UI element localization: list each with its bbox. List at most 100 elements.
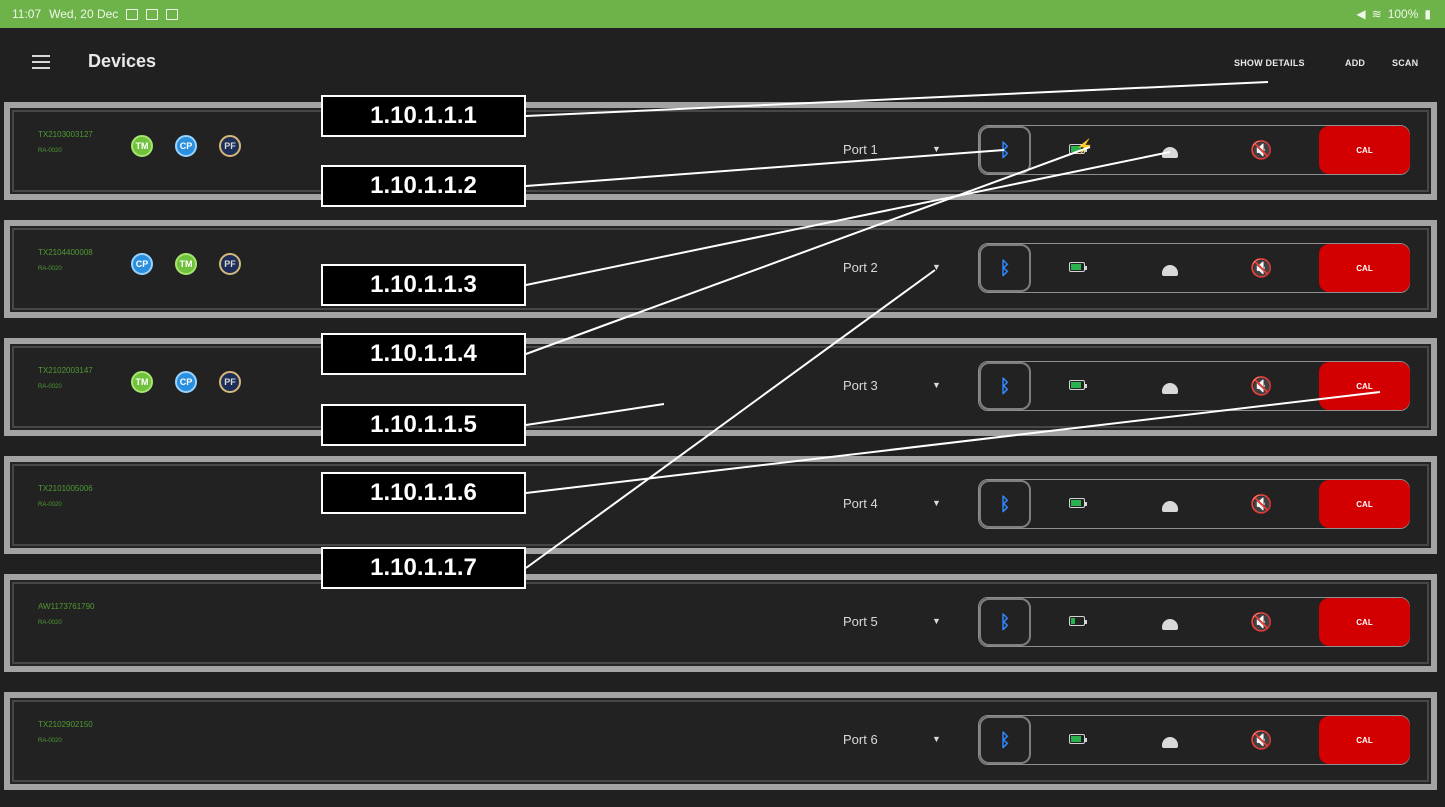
bluetooth-button[interactable]: ᛒ: [979, 362, 1031, 410]
callout-label: 1.10.1.1.4: [321, 333, 526, 375]
cal-button[interactable]: CAL: [1319, 716, 1410, 764]
device-controls: ᛒ 🔇 CAL: [978, 597, 1410, 647]
battery-level: [1071, 382, 1081, 388]
cal-button[interactable]: CAL: [1319, 362, 1410, 410]
hat-icon: [1162, 501, 1178, 512]
badge-cp: CP: [175, 371, 197, 393]
device-row: TX2102003147 RA-0020 TM CP PF Port 3 ▼ ᛒ 🔇…: [4, 338, 1437, 436]
show-details-button[interactable]: SHOW DETAILS: [1234, 58, 1305, 68]
wifi-icon: ≋: [1371, 7, 1382, 21]
battery-level: [1071, 618, 1075, 624]
device-controls: ᛒ 🔇 CAL: [978, 361, 1410, 411]
port-select[interactable]: Port 5: [843, 614, 878, 629]
mute-icon: 🔇: [1250, 140, 1273, 160]
bluetooth-icon: ᛒ: [999, 611, 1011, 632]
status-left: 11:07 Wed, 20 Dec: [12, 7, 179, 21]
device-model: RA-0020: [38, 384, 62, 390]
battery-icon: ▮: [1424, 7, 1431, 21]
device-card: TX2101005006 RA-0020 Port 4 ▼ ᛒ 🔇 CAL: [12, 464, 1429, 546]
chevron-down-icon[interactable]: ▼: [932, 144, 941, 154]
mute-icon: 🔇: [1250, 258, 1273, 278]
device-controls: ᛒ ⚡ 🔇 CAL: [978, 125, 1410, 175]
badge-pf: PF: [219, 253, 241, 275]
battery-icon: [1069, 262, 1087, 272]
hat-icon: [1162, 265, 1178, 276]
callout-label: 1.10.1.1.1: [321, 95, 526, 137]
mute-icon: 🔇: [1250, 612, 1273, 632]
battery-level: [1071, 264, 1081, 270]
device-row: TX2102902150 RA-0020 Port 6 ▼ ᛒ 🔇 CAL: [4, 692, 1437, 790]
badge-cp: CP: [175, 135, 197, 157]
status-time: 11:07: [12, 7, 42, 21]
badge-tm: TM: [131, 135, 153, 157]
device-card: AW1173761790 RA-0020 Port 5 ▼ ᛒ 🔇 CAL: [12, 582, 1429, 664]
bluetooth-icon: ᛒ: [999, 729, 1011, 750]
chevron-down-icon[interactable]: ▼: [932, 380, 941, 390]
device-serial: TX2104400008: [38, 248, 93, 257]
battery-level: [1071, 500, 1081, 506]
device-card: TX2103003127 RA-0020 TM CP PF Port 1 ▼ ᛒ ⚡…: [12, 110, 1429, 192]
device-row: AW1173761790 RA-0020 Port 5 ▼ ᛒ 🔇 CAL: [4, 574, 1437, 672]
device-model: RA-0020: [38, 502, 62, 508]
scan-button[interactable]: SCAN: [1392, 58, 1418, 68]
status-bar: 11:07 Wed, 20 Dec ◀ ≋ 100% ▮: [0, 0, 1445, 28]
device-row: TX2103003127 RA-0020 TM CP PF Port 1 ▼ ᛒ ⚡…: [4, 102, 1437, 200]
badge-pf: PF: [219, 371, 241, 393]
device-row: TX2101005006 RA-0020 Port 4 ▼ ᛒ 🔇 CAL: [4, 456, 1437, 554]
bluetooth-button[interactable]: ᛒ: [979, 244, 1031, 292]
status-date: Wed, 20 Dec: [49, 7, 119, 21]
cal-button[interactable]: CAL: [1319, 126, 1410, 174]
badge-pf: PF: [219, 135, 241, 157]
cal-button[interactable]: CAL: [1319, 480, 1410, 528]
battery-level: [1071, 736, 1081, 742]
cal-button[interactable]: CAL: [1319, 244, 1410, 292]
port-select[interactable]: Port 2: [843, 260, 878, 275]
page-title: Devices: [88, 51, 157, 71]
device-serial: TX2102003147: [38, 366, 93, 375]
charging-icon: ⚡: [1076, 138, 1094, 154]
device-card: TX2102902150 RA-0020 Port 6 ▼ ᛒ 🔇 CAL: [12, 700, 1429, 782]
device-model: RA-0020: [38, 266, 62, 272]
notification-icon: [126, 8, 139, 20]
hat-icon: [1162, 619, 1178, 630]
battery-icon: [1069, 498, 1087, 508]
port-select[interactable]: Port 4: [843, 496, 878, 511]
cal-button[interactable]: CAL: [1319, 598, 1410, 646]
notification-icon: [166, 8, 179, 20]
hat-icon: [1162, 147, 1178, 158]
port-select[interactable]: Port 6: [843, 732, 878, 747]
status-right: ◀ ≋ 100% ▮: [1356, 7, 1431, 21]
notification-icon: [146, 8, 159, 20]
mute-icon: 🔇: [1250, 730, 1273, 750]
chevron-down-icon[interactable]: ▼: [932, 262, 941, 272]
device-controls: ᛒ 🔇 CAL: [978, 243, 1410, 293]
device-serial: TX2103003127: [38, 130, 93, 139]
callout-label: 1.10.1.1.7: [321, 547, 526, 589]
callout-label: 1.10.1.1.3: [321, 264, 526, 306]
port-select[interactable]: Port 1: [843, 142, 878, 157]
bluetooth-button[interactable]: ᛒ: [979, 716, 1031, 764]
chevron-down-icon[interactable]: ▼: [932, 616, 941, 626]
hat-icon: [1162, 737, 1178, 748]
badge-cp: CP: [131, 253, 153, 275]
mute-icon: 🔇: [1250, 494, 1273, 514]
bluetooth-button[interactable]: ᛒ: [979, 598, 1031, 646]
bluetooth-button[interactable]: ᛒ: [979, 480, 1031, 528]
bluetooth-button[interactable]: ᛒ: [979, 126, 1031, 174]
status-battery: 100%: [1387, 7, 1419, 21]
device-model: RA-0020: [38, 738, 62, 744]
battery-icon: [1069, 616, 1087, 626]
device-serial: TX2102902150: [38, 720, 93, 729]
bluetooth-icon: ᛒ: [999, 375, 1011, 396]
hamburger-icon[interactable]: [32, 55, 50, 69]
add-button[interactable]: ADD: [1345, 58, 1365, 68]
bluetooth-icon: ᛒ: [999, 139, 1011, 160]
chevron-down-icon[interactable]: ▼: [932, 498, 941, 508]
device-serial: TX2101005006: [38, 484, 93, 493]
chevron-down-icon[interactable]: ▼: [932, 734, 941, 744]
port-select[interactable]: Port 3: [843, 378, 878, 393]
callout-label: 1.10.1.1.2: [321, 165, 526, 207]
bluetooth-icon: ᛒ: [999, 257, 1011, 278]
bluetooth-icon: ᛒ: [999, 493, 1011, 514]
device-serial: AW1173761790: [38, 602, 95, 611]
